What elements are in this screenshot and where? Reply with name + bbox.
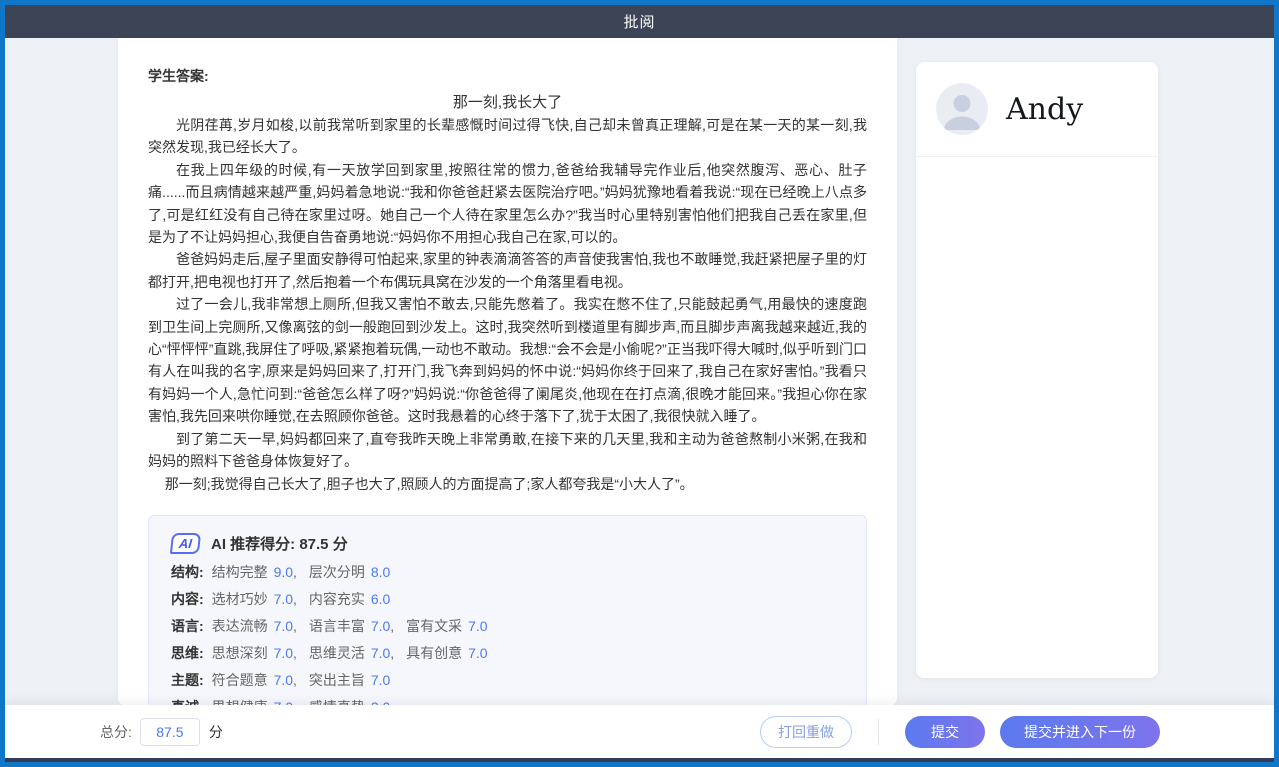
reject-button[interactable]: 打回重做 (760, 716, 852, 748)
score-row: 结构: 结构完整 9.0, 层次分明 8.0 (171, 563, 844, 581)
bottom-edge-strip (5, 758, 1274, 762)
score-row: 主题: 符合题意 7.0, 突出主旨 7.0 (171, 671, 844, 689)
score-item-name: 语言丰富 (309, 618, 369, 634)
student-answer-label: 学生答案: (148, 66, 867, 86)
score-item-separator: , (293, 564, 297, 580)
score-item-value: 7.0 (274, 672, 293, 688)
score-category-label: 思维: (171, 645, 204, 661)
score-item-value: 7.0 (468, 618, 487, 634)
page-title: 批阅 (623, 11, 655, 32)
score-item-value: 7.0 (371, 672, 390, 688)
score-item-name: 内容充实 (309, 591, 369, 607)
score-item-value: 7.0 (274, 591, 293, 607)
ai-score-title: AI 推荐得分: 87.5 分 (211, 533, 348, 554)
submit-button[interactable]: 提交 (905, 716, 985, 748)
essay-panel: 学生答案: 那一刻,我长大了 光阴荏苒,岁月如梭,以前我常听到家里的长辈感慨时间… (118, 38, 897, 706)
app-header: 批阅 (5, 5, 1274, 38)
submit-next-button[interactable]: 提交并进入下一份 (1000, 716, 1160, 748)
score-item-value: 7.0 (371, 645, 390, 661)
score-item-name: 符合题意 (212, 672, 272, 688)
score-item-separator: , (293, 618, 297, 634)
ai-badge-icon: AI (170, 533, 201, 554)
footer-toolbar: 总分: 分 打回重做 提交 提交并进入下一份 (5, 705, 1274, 758)
score-item-name: 思维灵活 (309, 645, 369, 661)
student-row: Andy (916, 62, 1158, 156)
essay-paragraph: 爸爸妈妈走后,屋子里面安静得可怕起来,家里的钟表滴滴答答的声音使我害怕,我也不敢… (148, 248, 867, 293)
essay-paragraph: 过了一会儿,我非常想上厕所,但我又害怕不敢去,只能先憋着了。我实在憋不住了,只能… (148, 293, 867, 427)
score-item-separator: , (293, 672, 297, 688)
score-category-label: 结构: (171, 564, 204, 580)
essay-paragraph: 在我上四年级的时候,有一天放学回到家里,按照往常的惯力,爸爸给我辅导完作业后,他… (148, 159, 867, 249)
score-row: 内容: 选材巧妙 7.0, 内容充实 6.0 (171, 590, 844, 608)
score-item-value: 7.0 (468, 645, 487, 661)
score-item-name: 表达流畅 (212, 618, 272, 634)
ai-score-rows: 结构: 结构完整 9.0, 层次分明 8.0 内容: 选材巧妙 7.0, 内容充实 6.0… (171, 563, 844, 716)
essay-paragraphs: 光阴荏苒,岁月如梭,以前我常听到家里的长辈感慨时间过得飞快,自己却未曾真正理解,… (148, 114, 867, 495)
score-category-label: 内容: (171, 591, 204, 607)
ai-score-panel: AI AI 推荐得分: 87.5 分 结构:结构完整 9.0,层次分明 8.0内… (148, 515, 867, 737)
score-item-separator: , (293, 645, 297, 661)
review-page: 批阅 学生答案: 那一刻,我长大了 光阴荏苒,岁月如梭,以前我常听到家里的长辈感… (0, 0, 1279, 767)
essay-paragraph: 那一刻;我觉得自己长大了,胆子也大了,照顾人的方面提高了;家人都夸我是“小大人了… (148, 473, 867, 495)
score-item-value: 9.0 (274, 564, 293, 580)
score-item-name: 思想深刻 (212, 645, 272, 661)
score-item-name: 结构完整 (212, 564, 272, 580)
essay-title: 那一刻,我长大了 (148, 92, 867, 114)
total-score-input[interactable] (140, 718, 200, 746)
score-item-name: 具有创意 (406, 645, 466, 661)
score-item-separator: , (390, 645, 394, 661)
ai-score-header: AI AI 推荐得分: 87.5 分 (171, 533, 844, 554)
essay-paragraph: 光阴荏苒,岁月如梭,以前我常听到家里的长辈感慨时间过得飞快,自己却未曾真正理解,… (148, 114, 867, 159)
score-item-value: 7.0 (274, 645, 293, 661)
score-item-name: 富有文采 (406, 618, 466, 634)
score-item-name: 选材巧妙 (212, 591, 272, 607)
total-score-label: 总分: (100, 722, 132, 742)
score-item-separator: , (390, 618, 394, 634)
person-icon (936, 83, 988, 135)
student-name: Andy (1006, 92, 1083, 127)
student-info-panel: Andy (916, 62, 1158, 678)
score-category-label: 主题: (171, 672, 204, 688)
score-item-value: 7.0 (274, 618, 293, 634)
score-item-separator: , (293, 591, 297, 607)
score-item-value: 8.0 (371, 564, 390, 580)
score-row: 思维: 思想深刻 7.0, 思维灵活 7.0, 具有创意 7.0 (171, 644, 844, 662)
score-unit-label: 分 (209, 722, 223, 742)
score-item-value: 7.0 (371, 618, 390, 634)
essay-paragraph: 到了第二天一早,妈妈都回来了,直夸我昨天晚上非常勇敢,在接下来的几天里,我和主动… (148, 428, 867, 473)
sidebar-divider (916, 156, 1158, 157)
toolbar-divider (878, 719, 879, 745)
score-item-name: 层次分明 (309, 564, 369, 580)
score-row: 语言: 表达流畅 7.0, 语言丰富 7.0, 富有文采 7.0 (171, 617, 844, 635)
score-item-value: 6.0 (371, 591, 390, 607)
score-item-name: 突出主旨 (309, 672, 369, 688)
score-category-label: 语言: (171, 618, 204, 634)
